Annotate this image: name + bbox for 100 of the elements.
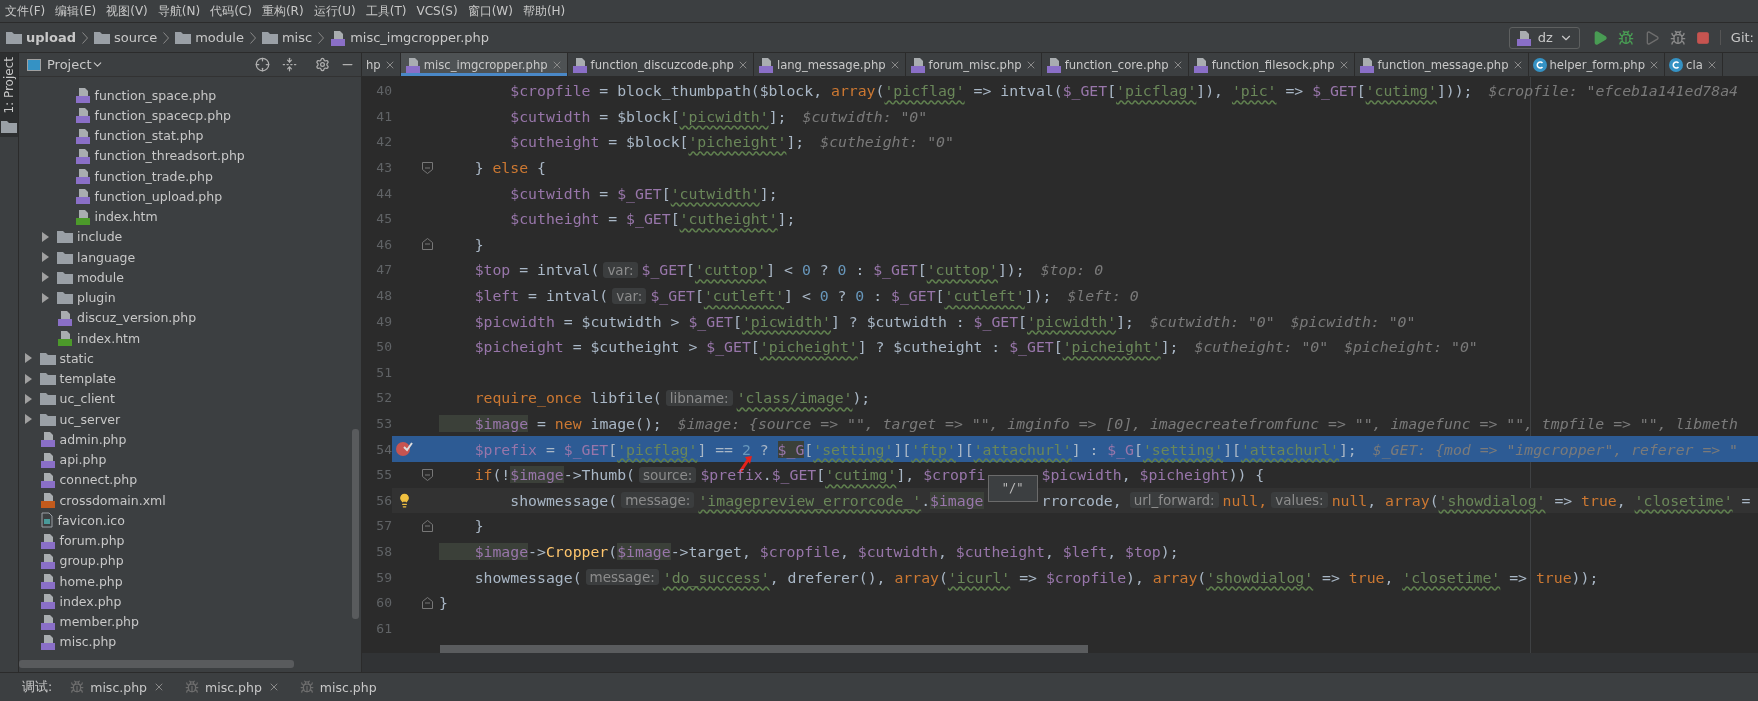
parameter-hint: message: <box>585 569 659 586</box>
code-token: 'picheight' <box>759 338 858 356</box>
collapsed-arrow-icon[interactable] <box>23 393 33 404</box>
editor-tab[interactable]: misc_imgcropper.php <box>400 53 568 76</box>
code-token: ] < <box>766 261 794 279</box>
file-icon <box>57 330 73 347</box>
file-name[interactable]: function_space.php <box>94 87 217 103</box>
settings-icon[interactable] <box>315 57 330 72</box>
menu-item[interactable]: 帮助(H) <box>519 2 573 20</box>
folder-icon <box>1 119 17 133</box>
folder-name[interactable]: uc_server <box>59 411 121 427</box>
scrollbar-thumb[interactable] <box>440 645 1088 653</box>
scrollbar-thumb[interactable] <box>352 429 359 619</box>
file-name[interactable]: group.php <box>59 553 124 569</box>
scrollbar-thumb[interactable] <box>19 660 294 668</box>
file-name[interactable]: misc.php <box>59 634 117 650</box>
menu-item[interactable]: 编辑(E) <box>52 2 104 20</box>
menu-item[interactable]: 导航(N) <box>154 2 208 20</box>
code-token: 'showdialog' <box>1438 491 1546 509</box>
folder-name[interactable]: include <box>77 229 123 245</box>
file-name[interactable]: discuz_version.php <box>77 310 197 326</box>
panel-title[interactable]: Project <box>47 57 92 72</box>
breadcrumb-item[interactable]: misc_imgcropper.php <box>330 29 490 46</box>
breadcrumb-item[interactable]: source <box>94 30 158 45</box>
file-name[interactable]: home.php <box>59 573 123 589</box>
chevron-right-icon <box>163 31 170 44</box>
collapsed-arrow-icon[interactable] <box>23 373 33 384</box>
fold-marker-icon[interactable] <box>422 161 433 174</box>
project-tool-tab[interactable]: 1: Project <box>0 53 18 137</box>
fold-marker-icon[interactable] <box>422 468 433 481</box>
menu-item[interactable]: 文件(F) <box>2 2 53 20</box>
folder-name[interactable]: template <box>59 371 116 387</box>
menu-item[interactable]: VCS(S) <box>413 4 465 18</box>
folder-name[interactable]: language <box>77 249 136 265</box>
menu-item[interactable]: 代码(C) <box>207 2 259 20</box>
collapsed-arrow-icon[interactable] <box>23 353 33 364</box>
line-number: 48 <box>375 288 392 304</box>
debug-tab[interactable]: misc.php <box>64 679 180 695</box>
collapse-icon[interactable] <box>282 57 297 72</box>
code-token: $_GET <box>873 261 918 279</box>
code-token: $_GET <box>1009 338 1054 356</box>
file-name[interactable]: crossdomain.xml <box>59 492 166 508</box>
code-token: 'cutimg' <box>825 466 897 484</box>
folder-icon <box>57 270 73 284</box>
code-token: ? <box>758 440 770 458</box>
fold-marker-icon[interactable] <box>422 238 433 251</box>
menu-item[interactable]: 运行(U) <box>310 2 363 20</box>
debug-tab[interactable]: misc.php <box>293 679 391 695</box>
file-name[interactable]: function_upload.php <box>94 188 223 204</box>
breadcrumb-item[interactable]: module <box>175 30 244 45</box>
file-icon <box>74 127 91 144</box>
collapsed-arrow-icon[interactable] <box>41 252 50 263</box>
collapsed-arrow-icon[interactable] <box>41 231 50 242</box>
menu-item[interactable]: 工具(T) <box>362 2 414 20</box>
debug-tab[interactable]: misc.php <box>179 679 294 695</box>
collapsed-arrow-icon[interactable] <box>41 272 50 283</box>
folder-name[interactable]: uc_client <box>59 391 115 407</box>
file-name[interactable]: index.htm <box>94 209 158 225</box>
file-name[interactable]: api.php <box>59 452 107 468</box>
breadcrumb-item[interactable]: misc <box>261 30 313 45</box>
line-number: 55 <box>375 467 392 483</box>
folder-name[interactable]: module <box>77 269 124 285</box>
code-token: $picheight <box>473 338 564 356</box>
menu-item[interactable]: 视图(V) <box>103 2 155 20</box>
listen-icon[interactable] <box>1669 29 1686 46</box>
locate-icon[interactable] <box>255 57 270 72</box>
breadcrumb-item[interactable]: upload <box>6 30 77 45</box>
file-name[interactable]: forum.php <box>59 533 125 549</box>
file-name[interactable]: member.php <box>59 614 139 630</box>
code-token: [ <box>670 210 680 228</box>
folder-icon <box>94 31 111 44</box>
menu-item[interactable]: 重构(R) <box>258 2 311 20</box>
code-token: [ <box>917 261 927 279</box>
file-name[interactable]: favicon.ico <box>57 512 125 528</box>
inline-value-hint: $image: {source => "", target => "", imginfo => [0], imagecreatefromfunc => "", imagefunc => "", tmpfile => "", libmeth <box>677 415 1738 432</box>
file-name[interactable]: index.php <box>59 593 122 609</box>
file-name[interactable]: index.htm <box>77 330 141 346</box>
debug-icon[interactable] <box>1617 29 1634 46</box>
collapsed-arrow-icon[interactable] <box>23 414 33 425</box>
file-name[interactable]: function_stat.php <box>94 128 204 144</box>
code-token: $_GET <box>1312 82 1357 100</box>
file-name[interactable]: admin.php <box>59 431 127 447</box>
collapsed-arrow-icon[interactable] <box>41 292 50 303</box>
code-token: $_GET <box>563 440 609 458</box>
folder-name[interactable]: static <box>59 350 94 366</box>
fold-marker-icon[interactable] <box>422 519 433 532</box>
fold-marker-icon[interactable] <box>422 596 433 609</box>
stop-icon[interactable] <box>1695 30 1710 45</box>
code-token: 'cutwidth' <box>670 184 760 202</box>
file-name[interactable]: function_trade.php <box>94 168 213 184</box>
run-config-dropdown[interactable]: dz <box>1508 26 1580 49</box>
file-name[interactable]: function_spacecp.php <box>94 107 232 123</box>
inline-value-hint: $_GET: {mod => "imgcropper", referer => " <box>1372 440 1739 458</box>
code-token: ); <box>852 389 871 407</box>
file-name[interactable]: connect.php <box>59 472 138 488</box>
breakpoint-icon[interactable] <box>395 441 413 458</box>
file-name[interactable]: function_threadsort.php <box>94 148 245 164</box>
file-icon <box>39 451 56 468</box>
folder-name[interactable]: plugin <box>77 290 116 306</box>
menu-item[interactable]: 窗口(W) <box>464 2 520 20</box>
